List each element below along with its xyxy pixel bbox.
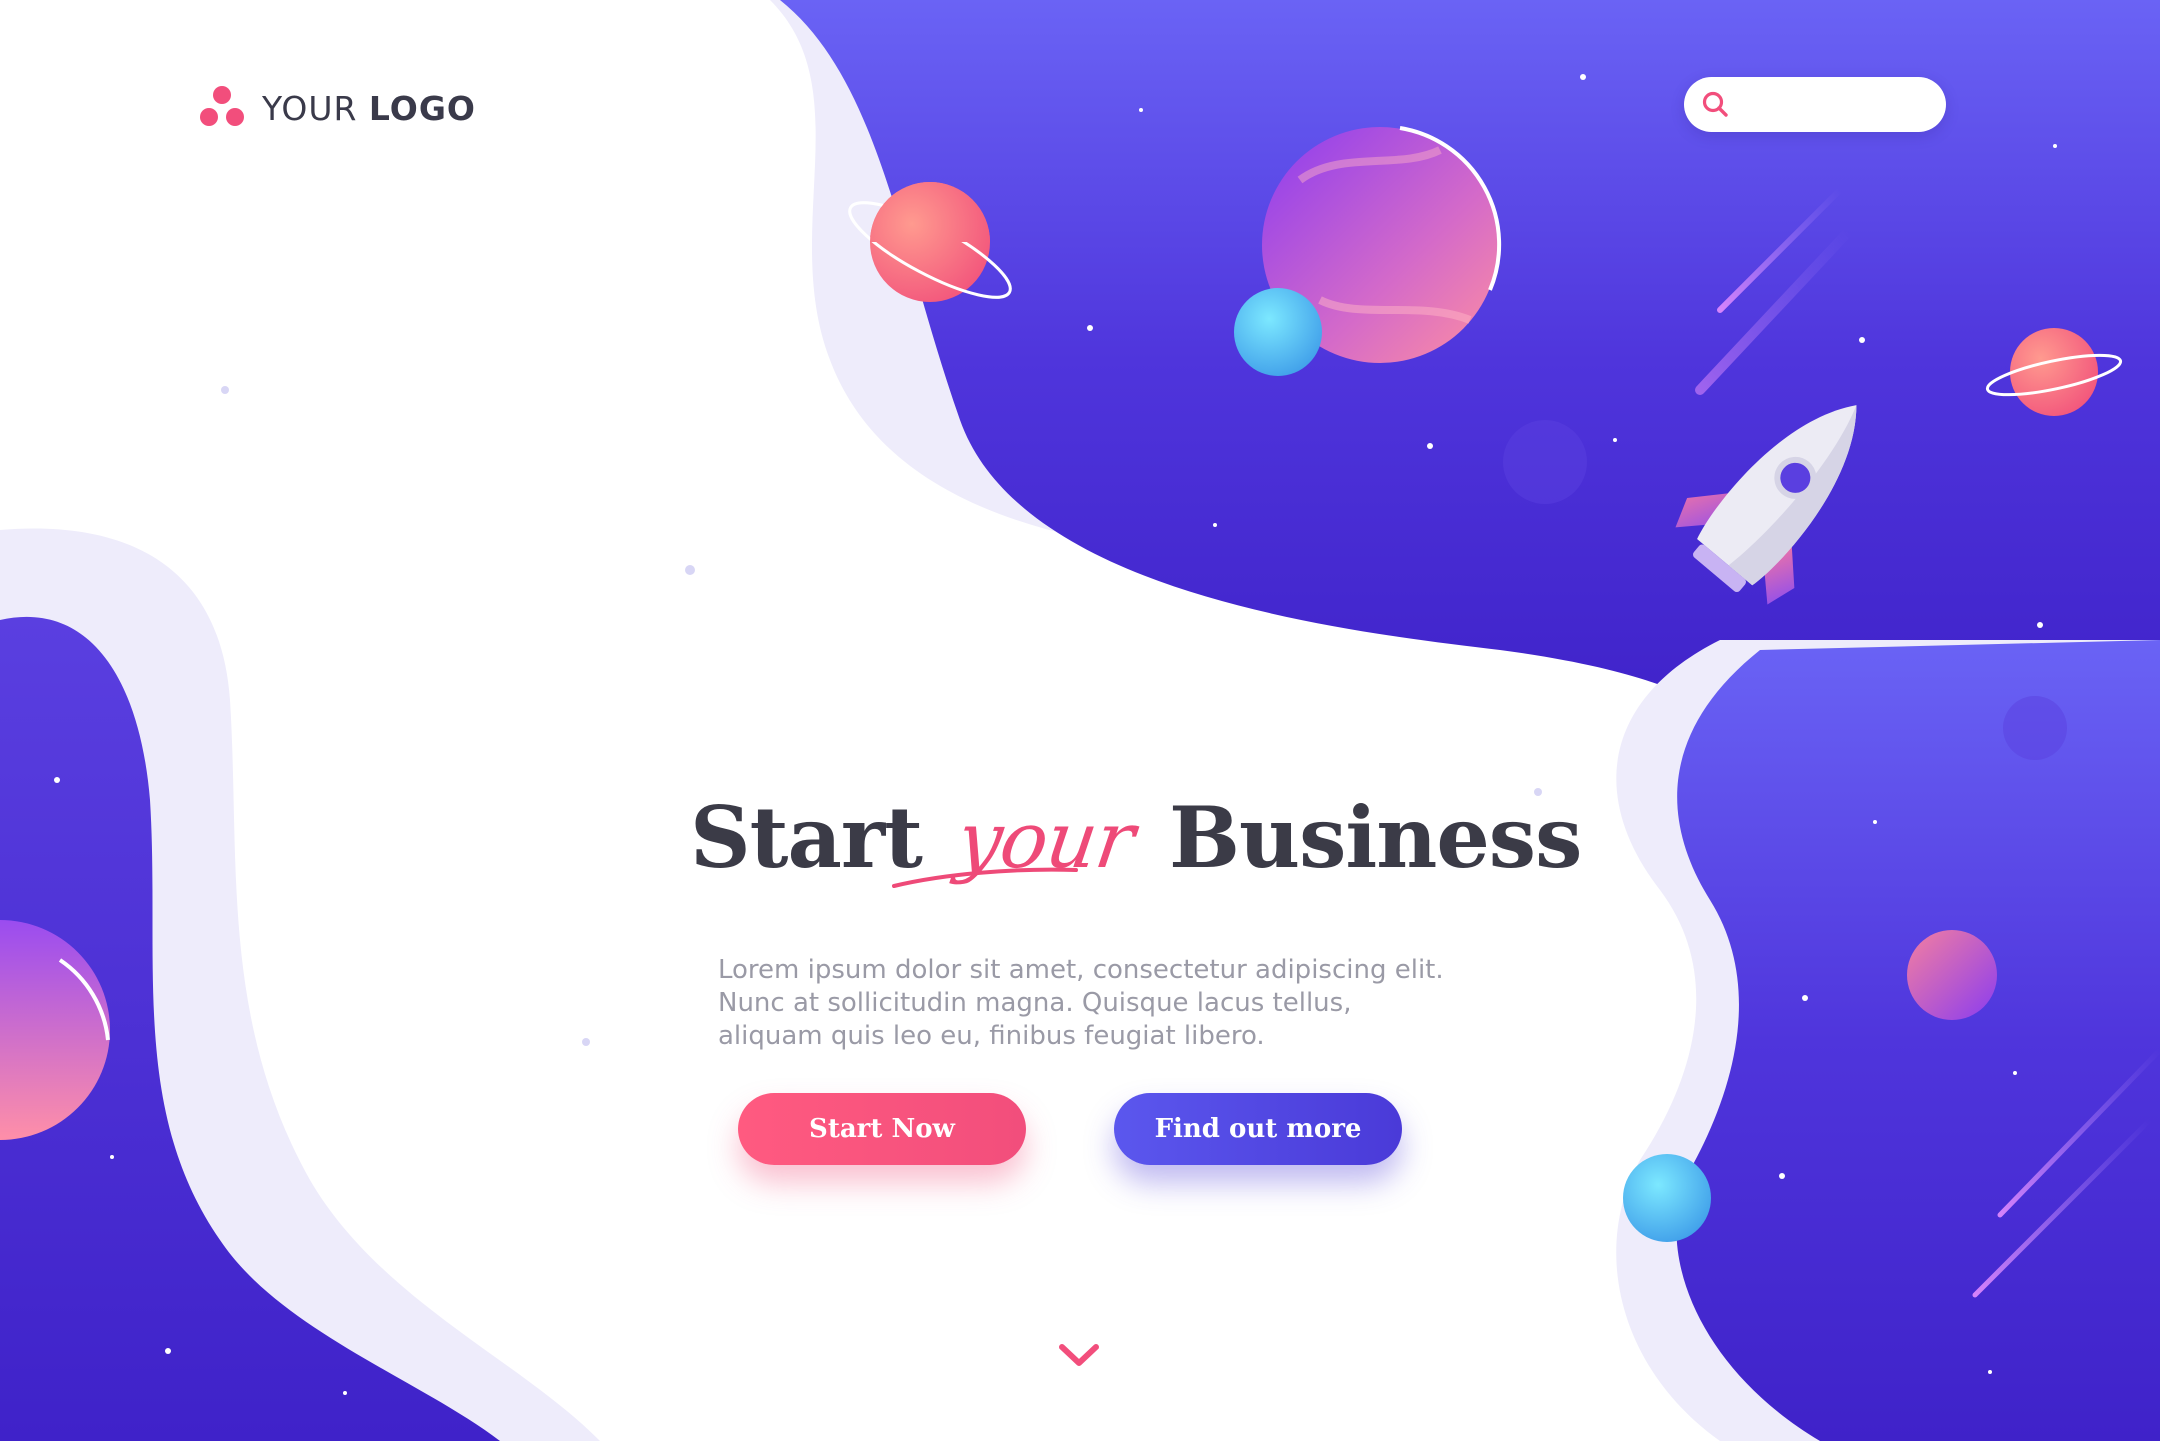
start-now-button[interactable]: Start Now [738,1093,1026,1165]
space-region-top-right [780,0,2160,720]
find-out-more-button[interactable]: Find out more [1114,1093,1402,1165]
logo-text: YOUR LOGO [262,89,476,128]
space-background-illustration [0,0,2160,1441]
logo-mark-icon [200,86,244,130]
chevron-down-icon[interactable] [1058,1343,1100,1369]
moon-cyan-small-icon [1623,1154,1711,1242]
search-bar[interactable] [1684,77,1946,132]
space-region-right [1676,640,2160,1441]
accent-underline [892,867,1078,888]
planet-small-purple-icon [1907,930,1997,1020]
search-input[interactable] [1738,83,1932,126]
search-icon[interactable] [1698,87,1734,123]
logo-text-light: YOUR [262,88,358,128]
moon-cyan-icon [1234,288,1322,376]
logo[interactable]: YOUR LOGO [200,86,476,130]
headline-end: Business [1169,788,1582,887]
hero-body-text: Lorem ipsum dolor sit amet, consectetur … [718,955,1444,1051]
logo-text-bold: LOGO [368,88,476,128]
